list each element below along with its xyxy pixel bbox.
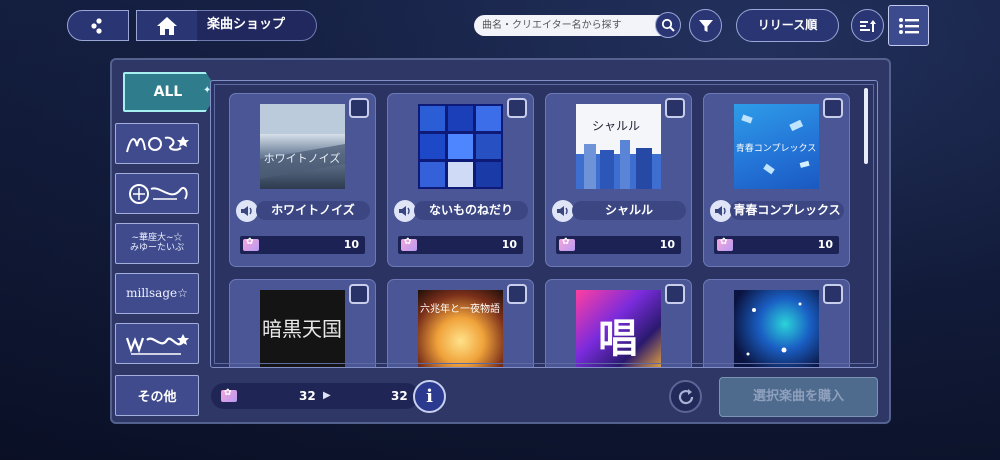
more-more-jump-logo — [126, 135, 189, 152]
select-checkbox[interactable] — [349, 284, 369, 304]
sort-direction-icon — [852, 10, 883, 41]
select-checkbox[interactable] — [823, 98, 843, 118]
song-jacket: 暗黒天国 — [260, 290, 345, 367]
info-button[interactable]: i — [413, 380, 446, 413]
page-title: 楽曲ショップ — [197, 10, 317, 41]
tab-all-label: ALL — [153, 84, 183, 100]
sort-order-button[interactable]: リリース順 — [736, 9, 839, 42]
home-button[interactable] — [136, 10, 198, 41]
jacket-title: シャルル — [592, 119, 640, 133]
group-icon — [68, 11, 128, 40]
song-jacket: ホワイトノイズ — [260, 104, 345, 189]
filter-icon — [690, 10, 721, 41]
select-checkbox[interactable] — [665, 98, 685, 118]
search-button[interactable] — [655, 12, 681, 38]
wonderlands-logo — [125, 333, 189, 355]
arrow-right-icon: ▶ — [323, 390, 331, 401]
25ji-logo: ~華座大~☆ みゆーたいぷ — [129, 232, 184, 253]
song-card[interactable] — [703, 279, 850, 367]
purchase-button[interactable]: 選択楽曲を購入 — [719, 377, 878, 417]
jacket-title: 青春コンプレックス — [736, 142, 816, 154]
ticket-icon — [401, 237, 417, 251]
sort-direction-button[interactable] — [851, 9, 884, 42]
search-bar[interactable] — [474, 15, 679, 36]
price-bar: 10 — [240, 236, 365, 254]
speaker-icon[interactable] — [552, 200, 574, 222]
owned-count: 32 — [299, 389, 316, 403]
leo-need-logo — [129, 183, 188, 204]
millsage-logo: millsage☆ — [126, 285, 188, 300]
ticket-icon — [559, 237, 575, 251]
ticket-icon — [221, 388, 237, 402]
tab-25ji[interactable]: ~華座大~☆ みゆーたいぷ — [115, 223, 199, 264]
after-count: 32 — [391, 389, 408, 403]
ticket-icon — [243, 237, 259, 251]
speaker-icon[interactable] — [394, 200, 416, 222]
select-checkbox[interactable] — [507, 98, 527, 118]
song-title: シャルル — [572, 201, 686, 220]
price-bar: 10 — [556, 236, 681, 254]
filter-button[interactable] — [689, 9, 722, 42]
song-jacket: 六兆年と一夜物語 — [418, 290, 503, 367]
price-bar: 10 — [714, 236, 839, 254]
search-icon — [656, 13, 680, 37]
select-checkbox[interactable] — [823, 284, 843, 304]
jacket-title: 唱 — [598, 316, 638, 362]
song-card[interactable]: 青春コンプレックス 青春コンプレックス 10 — [703, 93, 850, 267]
jacket-title: 暗黒天国 — [262, 317, 342, 341]
speaker-icon[interactable] — [236, 200, 258, 222]
scrollbar[interactable] — [864, 88, 868, 164]
song-card[interactable]: ホワイトノイズ ホワイトノイズ 10 — [229, 93, 376, 267]
song-price: 10 — [817, 238, 833, 251]
song-card[interactable]: ないものねだり 10 — [387, 93, 534, 267]
ticket-count-bar: 32 ▶ 32 — [211, 383, 419, 409]
song-jacket: 青春コンプレックス — [734, 104, 819, 189]
song-card[interactable]: シャルル シャルル 10 — [545, 93, 692, 267]
song-card[interactable]: 六兆年と一夜物語 — [387, 279, 534, 367]
jacket-title: ホワイトノイズ — [264, 151, 341, 165]
select-checkbox[interactable] — [507, 284, 527, 304]
song-jacket: 唱 — [576, 290, 661, 367]
song-title: ないものねだり — [414, 201, 528, 220]
song-card[interactable]: 暗黒天国 — [229, 279, 376, 367]
price-bar: 10 — [398, 236, 523, 254]
tab-more-more-jump[interactable] — [115, 123, 199, 164]
list-view-button[interactable] — [888, 5, 929, 46]
song-price: 10 — [343, 238, 359, 251]
jacket-title: 六兆年と一夜物語 — [420, 302, 500, 315]
tab-leo-need[interactable] — [115, 173, 199, 214]
select-checkbox[interactable] — [665, 284, 685, 304]
song-jacket — [734, 290, 819, 367]
tab-other[interactable]: その他 — [115, 375, 199, 416]
tab-wonderlands[interactable] — [115, 323, 199, 364]
home-icon — [137, 11, 197, 40]
song-price: 10 — [659, 238, 675, 251]
select-checkbox[interactable] — [349, 98, 369, 118]
group-menu-button[interactable] — [67, 10, 129, 41]
list-icon — [889, 6, 928, 45]
song-price: 10 — [501, 238, 517, 251]
speaker-icon[interactable] — [710, 200, 732, 222]
tab-millsage[interactable]: millsage☆ — [115, 273, 199, 314]
reload-icon — [671, 382, 700, 411]
song-title: ホワイトノイズ — [256, 201, 370, 220]
search-input[interactable] — [482, 16, 652, 35]
song-title: 青春コンプレックス — [730, 201, 844, 220]
song-card[interactable]: 唱 — [545, 279, 692, 367]
song-jacket: シャルル — [576, 104, 661, 189]
reload-button[interactable] — [669, 380, 702, 413]
song-jacket — [418, 104, 503, 189]
song-grid: ホワイトノイズ ホワイトノイズ 10 ないものねだり 10 — [210, 80, 878, 368]
tab-all[interactable]: ALL ✦ — [123, 72, 219, 112]
ticket-icon — [717, 237, 733, 251]
